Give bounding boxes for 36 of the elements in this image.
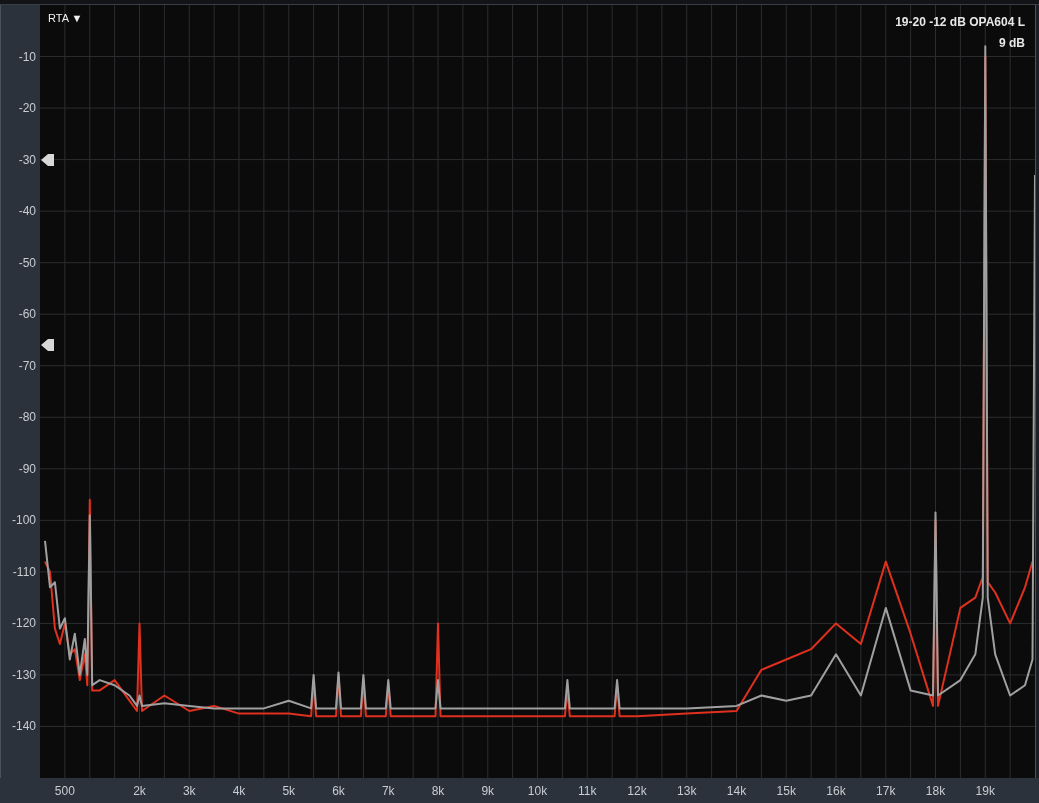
y-axis-label: -130 <box>11 667 36 682</box>
x-axis-label: 4k <box>232 784 246 798</box>
x-axis-label: 12k <box>627 784 647 798</box>
y-axis-label: -30 <box>18 152 36 167</box>
y-axis-label: -120 <box>11 616 36 631</box>
rta-menu-button[interactable]: RTA ▼ <box>48 12 83 25</box>
y-axis-label: -90 <box>18 461 36 476</box>
x-axis-label: 8k <box>431 784 445 798</box>
x-axis-label: 14k <box>726 784 747 798</box>
x-axis-label: 10k <box>527 784 548 798</box>
x-axis-label: 3k <box>182 784 196 798</box>
x-axis-label: 16k <box>826 784 846 798</box>
x-axis-label: 13k <box>677 784 697 798</box>
trace-title: 19-20 -12 dB OPA604 L <box>895 15 1025 30</box>
y-axis-label: -60 <box>18 307 36 322</box>
y-axis-label: -20 <box>18 101 36 116</box>
x-axis-label: 6k <box>332 784 345 798</box>
y-axis-label: -140 <box>11 719 36 734</box>
y-axis-label: -50 <box>18 255 36 270</box>
x-axis-label: 9k <box>481 784 495 798</box>
y-axis-label: -40 <box>18 204 36 219</box>
y-axis-label: -70 <box>18 358 36 373</box>
y-axis-label: -10 <box>18 49 36 64</box>
x-axis-label: 15k <box>776 784 796 798</box>
y-axis-label: -110 <box>12 564 36 579</box>
x-axis-label: 11k <box>578 784 597 798</box>
x-axis-label: 17k <box>876 784 896 798</box>
y-axis-label: -80 <box>18 410 36 425</box>
x-axis-label: 500 <box>54 784 75 798</box>
level-readout: 9 dB <box>999 36 1025 51</box>
x-axis-label: 19k <box>975 784 995 798</box>
x-axis-label: 18k <box>925 784 946 798</box>
x-axis-label: 7k <box>381 784 395 798</box>
x-axis-label: 5k <box>282 784 296 798</box>
x-axis-label: 2k <box>133 784 146 798</box>
y-axis-label: -100 <box>11 513 36 528</box>
